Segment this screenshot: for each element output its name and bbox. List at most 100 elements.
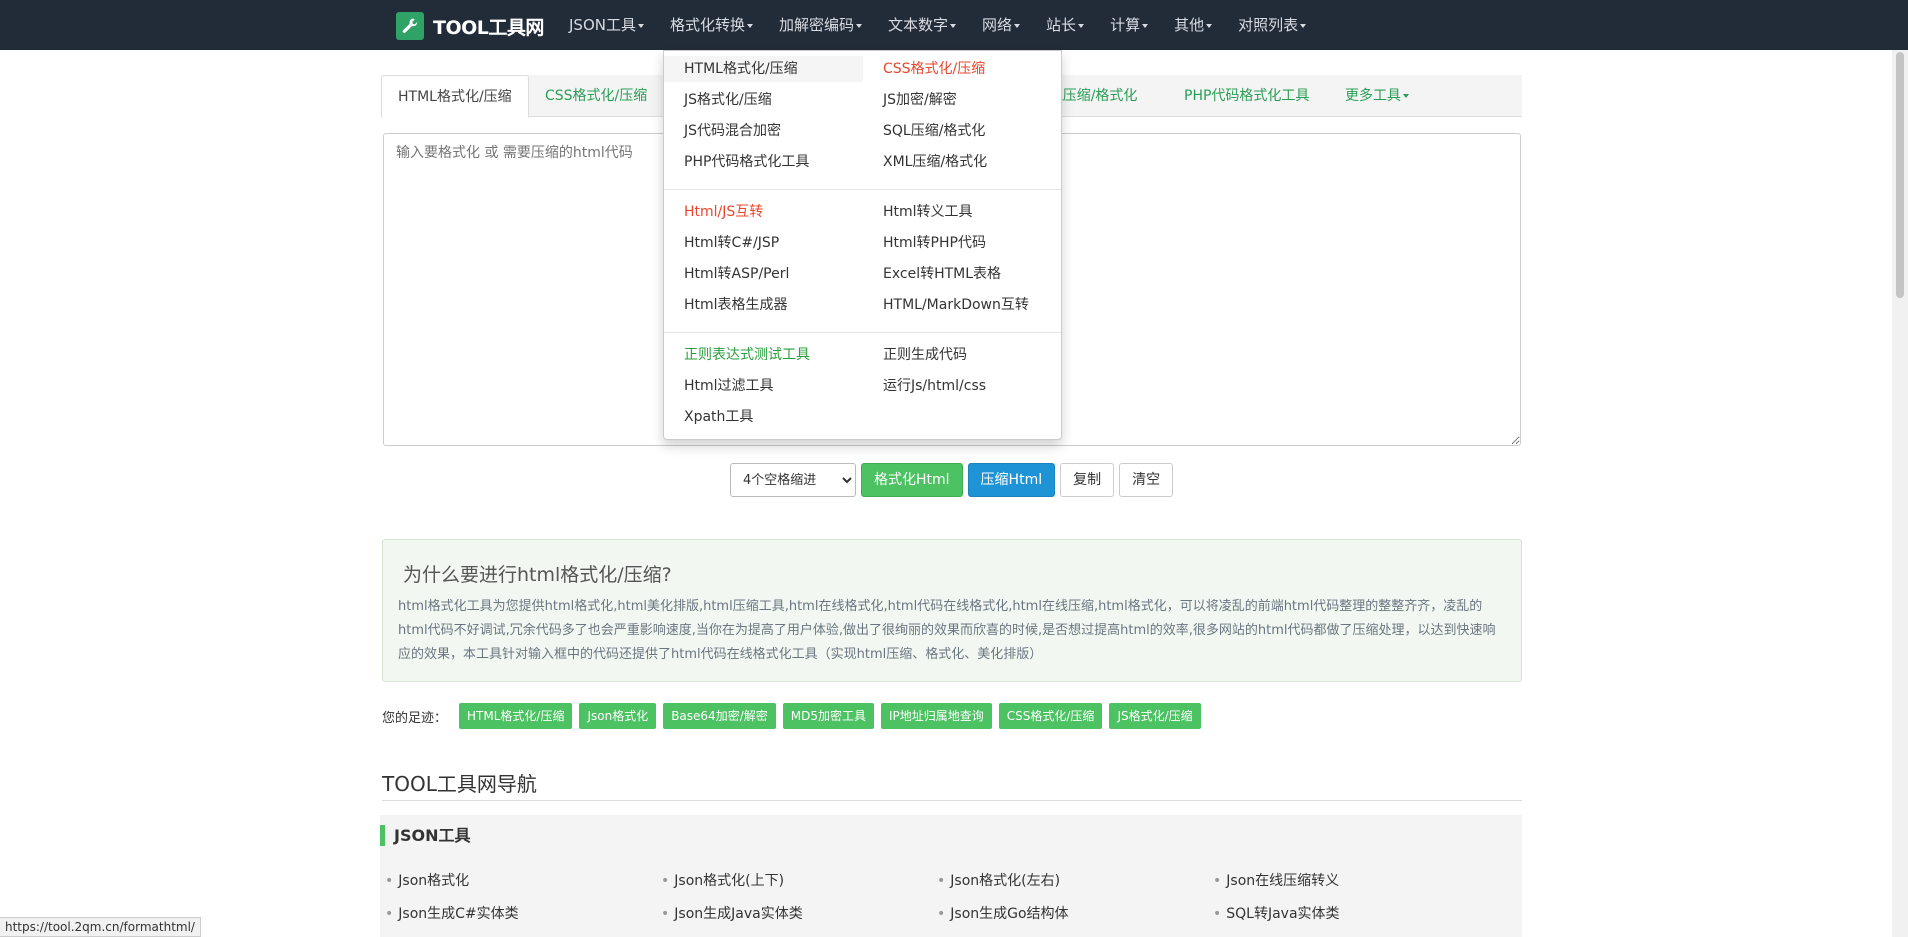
bullet-icon: • — [1213, 873, 1222, 889]
nav-link-label: Json在线压缩转义 — [1226, 873, 1340, 889]
dropdown-item-html-format[interactable]: HTML格式化/压缩 — [664, 56, 863, 82]
copy-button[interactable]: 复制 — [1060, 463, 1115, 497]
menu-label: 对照列表 — [1238, 16, 1299, 34]
json-tools-section: JSON工具 • Json格式化 • Json格式化(上下) • Json格式化(左右… — [380, 815, 1522, 937]
nav-link[interactable]: • Json在线压缩转义 — [1213, 870, 1339, 890]
menu-label: JSON工具 — [569, 16, 636, 34]
brand[interactable]: TOOL工具网 — [396, 12, 544, 40]
dropdown-item-regex-codegen[interactable]: 正则生成代码 — [863, 342, 1061, 368]
dropdown-item-js-obfuscate[interactable]: JS代码混合加密 — [664, 118, 863, 144]
menu-encrypt-encode[interactable]: 加解密编码 — [766, 0, 875, 50]
nav-link[interactable]: • Json格式化 — [385, 870, 469, 890]
caret-down-icon — [1078, 23, 1085, 28]
nav-link[interactable]: • Json生成Go结构体 — [937, 903, 1069, 923]
tab-php-format[interactable]: PHP代码格式化工具 — [1168, 75, 1325, 117]
menu-label: 计算 — [1110, 16, 1141, 34]
site-nav-title: TOOL工具网导航 — [382, 772, 537, 796]
divider — [382, 800, 1522, 801]
dropdown-item-run-code[interactable]: 运行Js/html/css — [863, 373, 1061, 399]
nav-link[interactable]: • Json格式化(上下) — [661, 870, 784, 890]
menu-network[interactable]: 网络 — [969, 0, 1033, 50]
page-scrollbar[interactable] — [1892, 50, 1908, 937]
caret-down-icon — [1142, 23, 1149, 28]
caret-down-icon — [1014, 23, 1021, 28]
nav-link[interactable]: • Json生成C#实体类 — [385, 903, 519, 923]
tab-html-format[interactable]: HTML格式化/压缩 — [381, 75, 529, 118]
format-html-button[interactable]: 格式化Html — [861, 463, 963, 497]
caret-down-icon — [1403, 94, 1409, 98]
menu-other[interactable]: 其他 — [1161, 0, 1225, 50]
menu-webmaster[interactable]: 站长 — [1033, 0, 1097, 50]
recent-tool-tag[interactable]: HTML格式化/压缩 — [459, 703, 573, 729]
dropdown-item-js-encrypt[interactable]: JS加密/解密 — [863, 87, 1061, 113]
dropdown-item-js-format[interactable]: JS格式化/压缩 — [664, 87, 863, 113]
bullet-icon: • — [661, 906, 670, 922]
dropdown-item-regex-test[interactable]: 正则表达式测试工具 — [664, 342, 863, 368]
bullet-icon: • — [385, 873, 394, 889]
menu-json-tools[interactable]: JSON工具 — [556, 0, 657, 50]
dropdown-divider — [664, 189, 1061, 190]
menu-calculate[interactable]: 计算 — [1097, 0, 1161, 50]
format-convert-dropdown: HTML格式化/压缩 JS格式化/压缩 JS代码混合加密 PHP代码格式化工具 … — [663, 50, 1062, 440]
recent-tools: 您的足迹： HTML格式化/压缩 Json格式化 Base64加密/解密 MD5… — [382, 702, 1208, 730]
caret-down-icon — [856, 23, 863, 28]
bullet-icon: • — [661, 873, 670, 889]
caret-down-icon — [747, 23, 753, 28]
bullet-icon: • — [385, 906, 394, 922]
dropdown-item-php-format[interactable]: PHP代码格式化工具 — [664, 149, 863, 175]
menu-label: 加解密编码 — [779, 16, 855, 34]
dropdown-item-html-php[interactable]: Html转PHP代码 — [863, 230, 1061, 256]
dropdown-item-css-format[interactable]: CSS格式化/压缩 — [863, 56, 1061, 82]
nav-link-label: Json生成Java实体类 — [674, 906, 803, 922]
dropdown-item-xpath[interactable]: Xpath工具 — [664, 404, 863, 430]
menu-reference-lists[interactable]: 对照列表 — [1225, 0, 1319, 50]
status-bar-url: https://tool.2qm.cn/formathtml/ — [0, 917, 201, 937]
dropdown-divider — [664, 332, 1061, 333]
scrollbar-thumb[interactable] — [1896, 52, 1904, 298]
dropdown-item-html-markdown[interactable]: HTML/MarkDown互转 — [863, 292, 1061, 318]
recent-tool-tag[interactable]: JS格式化/压缩 — [1109, 703, 1201, 729]
menu-format-convert[interactable]: 格式化转换 — [657, 0, 766, 50]
top-navbar: TOOL工具网 JSON工具 格式化转换 加解密编码 文本数字 网络 站长 计算… — [0, 0, 1908, 50]
dropdown-item-html-asp[interactable]: Html转ASP/Perl — [664, 261, 863, 287]
caret-down-icon — [637, 23, 644, 28]
info-title: 为什么要进行html格式化/压缩? — [403, 564, 672, 586]
dropdown-item-html-csharp[interactable]: Html转C#/JSP — [664, 230, 863, 256]
action-toolbar: 4个空格缩进 格式化Html 压缩Html 复制 清空 — [730, 463, 1174, 497]
indent-select[interactable]: 4个空格缩进 — [730, 463, 856, 497]
nav-link-label: Json生成C#实体类 — [398, 906, 519, 922]
recent-tool-tag[interactable]: Json格式化 — [579, 703, 657, 729]
dropdown-item-sql-format[interactable]: SQL压缩/格式化 — [863, 118, 1061, 144]
dropdown-item-html-filter[interactable]: Html过滤工具 — [664, 373, 863, 399]
nav-link[interactable]: • Json格式化(左右) — [937, 870, 1060, 890]
tab-more-tools[interactable]: 更多工具 — [1329, 75, 1425, 117]
brand-name: TOOL工具网 — [433, 16, 544, 39]
nav-link-label: Json格式化(上下) — [674, 873, 785, 889]
menu-label: 文本数字 — [888, 16, 949, 34]
tab-more-tools-label: 更多工具 — [1345, 88, 1401, 104]
dropdown-item-html-table[interactable]: Html表格生成器 — [664, 292, 863, 318]
dropdown-item-html-escape[interactable]: Html转义工具 — [863, 199, 1061, 225]
nav-link[interactable]: • SQL转Java实体类 — [1213, 903, 1340, 923]
recent-tool-tag[interactable]: CSS格式化/压缩 — [998, 703, 1103, 729]
recent-tool-tag[interactable]: Base64加密/解密 — [663, 703, 776, 729]
dropdown-item-excel-html[interactable]: Excel转HTML表格 — [863, 261, 1061, 287]
clear-button[interactable]: 清空 — [1119, 463, 1174, 497]
nav-link[interactable]: • Json生成Java实体类 — [661, 903, 803, 923]
nav-link-label: Json生成Go结构体 — [950, 906, 1069, 922]
recent-tool-tag[interactable]: IP地址归属地查询 — [880, 703, 992, 729]
compress-html-button[interactable]: 压缩Html — [967, 463, 1056, 497]
menu-label: 站长 — [1046, 16, 1077, 34]
recent-tool-tag[interactable]: MD5加密工具 — [782, 703, 874, 729]
caret-down-icon — [1300, 23, 1307, 28]
bullet-icon: • — [1213, 906, 1222, 922]
menu-text-number[interactable]: 文本数字 — [875, 0, 969, 50]
info-panel: 为什么要进行html格式化/压缩? html格式化工具为您提供html格式化,h… — [382, 539, 1522, 682]
dropdown-item-html-js[interactable]: Html/JS互转 — [664, 199, 863, 225]
dropdown-item-xml-format[interactable]: XML压缩/格式化 — [863, 149, 1061, 175]
caret-down-icon — [950, 23, 957, 28]
nav-link-label: SQL转Java实体类 — [1226, 906, 1340, 922]
nav-link-label: Json格式化(左右) — [950, 873, 1061, 889]
tab-css-format[interactable]: CSS格式化/压缩 — [529, 75, 663, 117]
main-menu: JSON工具 格式化转换 加解密编码 文本数字 网络 站长 计算 其他 对照列表 — [556, 0, 1319, 50]
